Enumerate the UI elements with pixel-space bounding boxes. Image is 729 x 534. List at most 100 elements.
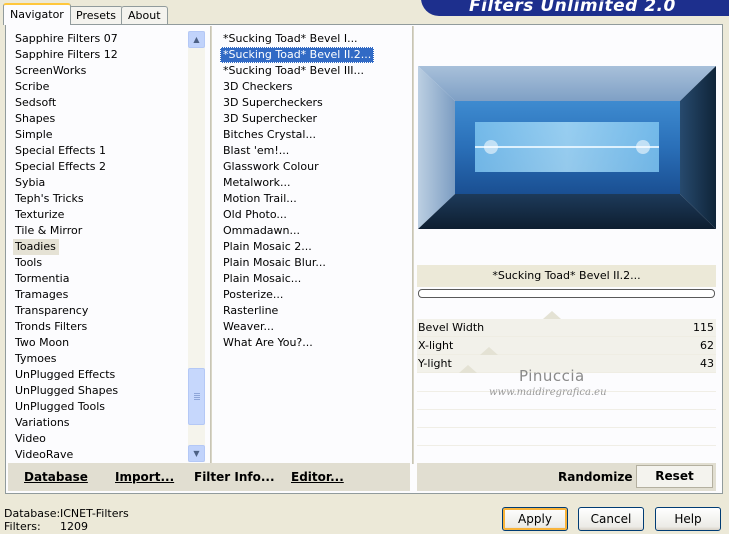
app-logo: Filters Unlimited 2.0 [421,0,729,16]
slider-marker [459,365,477,373]
filter-item-label: Motion Trail... [223,192,297,205]
divider [210,26,212,464]
param-row-x-light[interactable]: X-light 62 [417,337,716,355]
filter-item[interactable]: Old Photo... [220,207,410,223]
category-item-label: Sapphire Filters 07 [15,32,118,45]
category-item[interactable]: Sedsoft [8,95,186,111]
help-button[interactable]: Help [655,507,721,531]
param-row-bevel-width[interactable]: Bevel Width 115 [417,319,716,337]
category-item[interactable]: Tronds Filters [8,319,186,335]
tab-about[interactable]: About [121,6,168,24]
category-item[interactable]: Shapes [8,111,186,127]
database-button[interactable]: Database [24,470,88,484]
filter-item[interactable]: *Sucking Toad* Bevel III... [220,63,410,79]
filter-item[interactable]: Metalwork... [220,175,410,191]
category-item-label: UnPlugged Effects [15,368,116,381]
category-item[interactable]: Special Effects 2 [8,159,186,175]
reset-button[interactable]: Reset [636,465,713,488]
filter-item-label: Plain Mosaic... [223,272,302,285]
filter-item-label: Blast 'em!... [223,144,290,157]
category-item[interactable]: Tymoes [8,351,186,367]
preview-image [418,66,716,229]
category-scrollbar[interactable]: ▲ ▼ [188,31,205,462]
category-item[interactable]: Sapphire Filters 12 [8,47,186,63]
randomize-button[interactable]: Randomize [558,470,632,484]
tab-navigator[interactable]: Navigator [3,3,71,25]
filter-item-label: What Are You?... [223,336,313,349]
scroll-thumb[interactable] [188,368,205,425]
filter-item[interactable]: Glasswork Colour [220,159,410,175]
filter-item[interactable]: Rasterline [220,303,410,319]
cancel-button[interactable]: Cancel [578,507,644,531]
filter-list[interactable]: *Sucking Toad* Bevel I... *Sucking Toad* … [220,31,410,463]
progress-bar [418,289,715,298]
filter-item[interactable]: Ommadawn... [220,223,410,239]
category-item[interactable]: ScreenWorks [8,63,186,79]
category-item-label: Tramages [15,288,69,301]
filter-item[interactable]: Weaver... [220,319,410,335]
category-item[interactable]: Sybia [8,175,186,191]
filter-item[interactable]: 3D Supercheckers [220,95,410,111]
category-item[interactable]: Tramages [8,287,186,303]
category-item[interactable]: Variations [8,415,186,431]
watermark-url: www.maidiregrafica.eu [489,387,607,398]
category-item[interactable]: Texturize [8,207,186,223]
category-item-label: Variations [15,416,70,429]
param-value: 115 [693,321,714,334]
filter-item[interactable]: Blast 'em!... [220,143,410,159]
category-list[interactable]: Sapphire Filters 07 Sapphire Filters 12 Sc… [8,31,186,463]
category-item-label: Transparency [15,304,89,317]
filter-info-button[interactable]: Filter Info... [194,470,275,484]
status-database-value: ICNET-Filters [60,507,129,520]
category-item[interactable]: Toadies [8,239,186,255]
category-item-label: Sapphire Filters 12 [15,48,118,61]
filter-item[interactable]: Posterize... [220,287,410,303]
category-item[interactable]: UnPlugged Effects [8,367,186,383]
scroll-down-button[interactable]: ▼ [188,445,205,462]
category-item-label: Scribe [15,80,50,93]
filter-item[interactable]: Motion Trail... [220,191,410,207]
category-item[interactable]: VideoRave [8,447,186,463]
param-row-empty [417,410,716,428]
category-item[interactable]: Transparency [8,303,186,319]
divider [412,26,414,464]
category-item[interactable]: Tools [8,255,186,271]
category-item[interactable]: UnPlugged Tools [8,399,186,415]
category-item-label: UnPlugged Shapes [15,384,119,397]
filter-item[interactable]: Bitches Crystal... [220,127,410,143]
filter-item[interactable]: *Sucking Toad* Bevel II.2... [220,47,410,63]
filter-item[interactable]: Plain Mosaic 2... [220,239,410,255]
category-item[interactable]: UnPlugged Shapes [8,383,186,399]
filter-item[interactable]: 3D Superchecker [220,111,410,127]
category-item-label: Sybia [15,176,46,189]
param-label: Y-light [418,357,452,370]
category-item[interactable]: Tile & Mirror [8,223,186,239]
status-filters-value: 1209 [60,520,88,533]
filter-item-label: Metalwork... [223,176,291,189]
filter-item[interactable]: Plain Mosaic... [220,271,410,287]
category-item-label: Sedsoft [15,96,57,109]
category-item[interactable]: Video [8,431,186,447]
filter-item[interactable]: What Are You?... [220,335,410,351]
category-item[interactable]: Scribe [8,79,186,95]
filter-item-label: 3D Checkers [223,80,293,93]
tab-presets[interactable]: Presets [69,6,124,24]
category-item[interactable]: Special Effects 1 [8,143,186,159]
apply-button[interactable]: Apply [502,507,568,531]
category-item[interactable]: Tormentia [8,271,186,287]
category-item-label: Special Effects 1 [15,144,107,157]
filter-item-label: *Sucking Toad* Bevel III... [223,64,365,77]
import-button[interactable]: Import... [115,470,174,484]
editor-button[interactable]: Editor... [291,470,344,484]
category-item-label: Toadies [13,239,59,255]
category-item[interactable]: Two Moon [8,335,186,351]
filter-item[interactable]: 3D Checkers [220,79,410,95]
filter-item-label: Plain Mosaic Blur... [223,256,326,269]
preview-area [417,30,716,264]
scroll-up-button[interactable]: ▲ [188,31,205,48]
filter-item[interactable]: *Sucking Toad* Bevel I... [220,31,410,47]
category-item[interactable]: Simple [8,127,186,143]
filter-item[interactable]: Plain Mosaic Blur... [220,255,410,271]
category-item[interactable]: Teph's Tricks [8,191,186,207]
category-item[interactable]: Sapphire Filters 07 [8,31,186,47]
